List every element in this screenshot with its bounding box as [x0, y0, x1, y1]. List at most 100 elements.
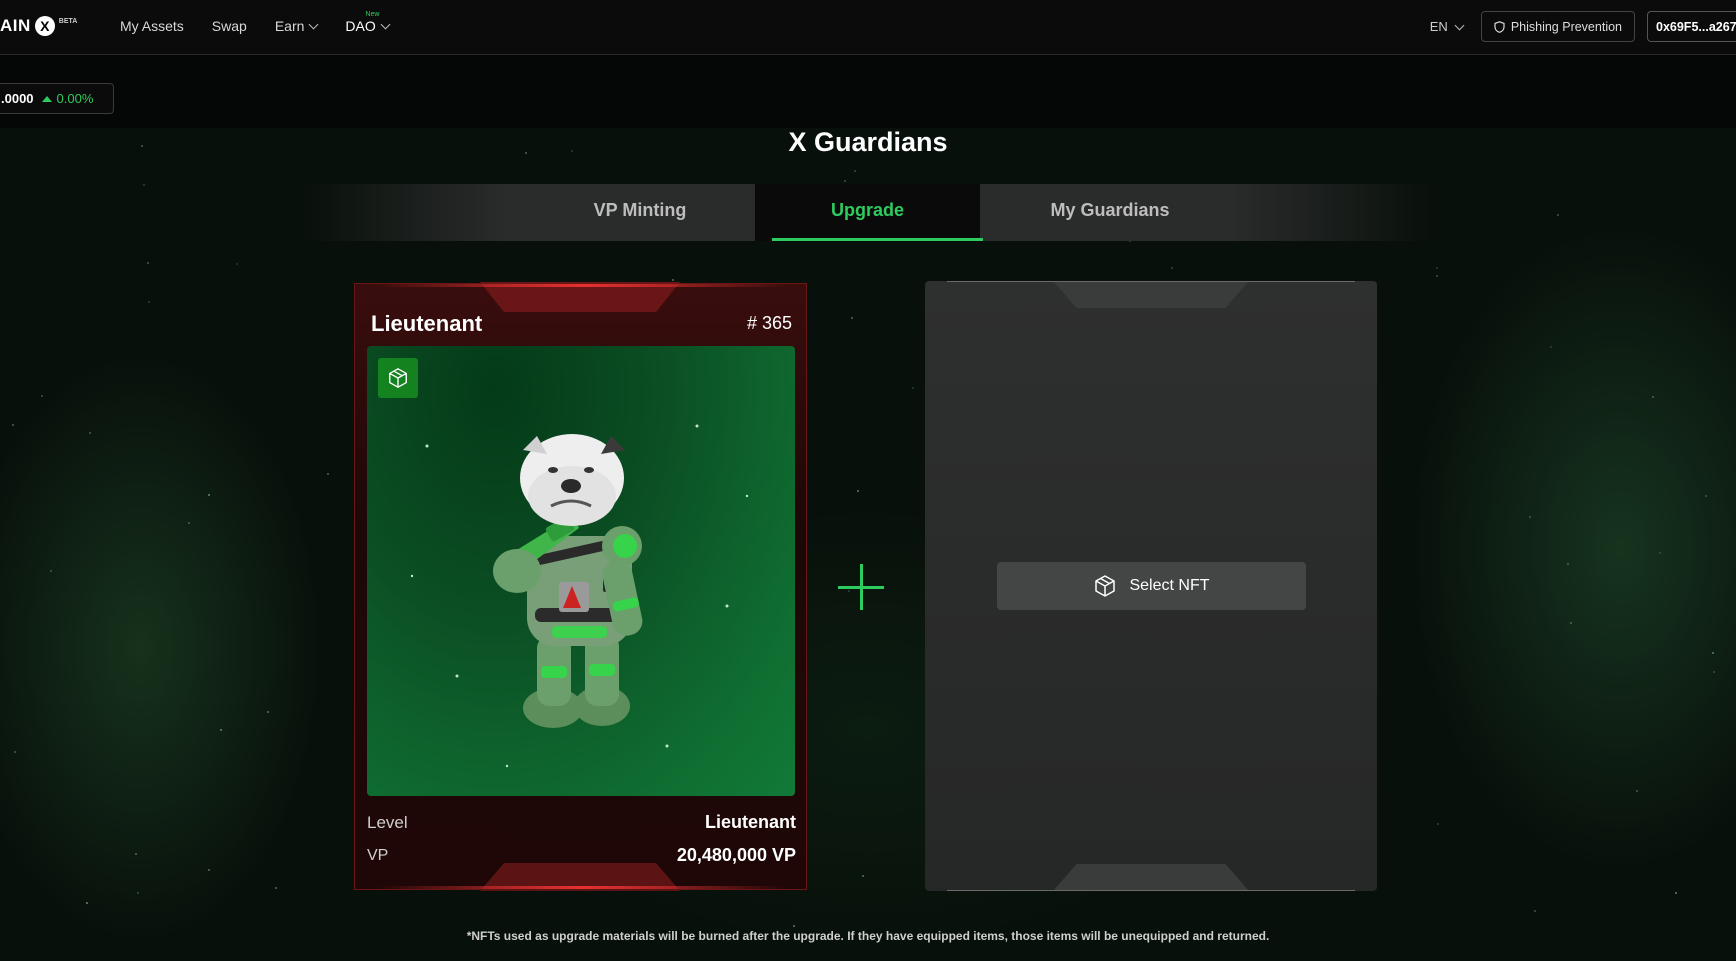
star [1652, 396, 1654, 398]
price-change: 0.00% [41, 91, 94, 106]
level-value: Lieutenant [704, 812, 796, 832]
star [220, 729, 222, 731]
wallet-address: 0x69F5...a267 [1656, 19, 1736, 34]
star [1567, 563, 1569, 565]
logo-x-mark: X [34, 16, 55, 36]
star [1712, 652, 1714, 654]
star [1659, 552, 1661, 554]
slot-top-line [947, 281, 1355, 282]
tab-upgrade[interactable]: Upgrade [755, 184, 983, 241]
nft-rank-name: Lieutenant [371, 311, 483, 336]
star [854, 170, 856, 172]
shield-icon [1494, 20, 1505, 33]
nft-level-row: Level Lieutenant [367, 812, 796, 833]
main-nav: My Assets Swap Earn New DAO [120, 11, 391, 34]
stars-layer [0, 128, 1736, 961]
tab-bar: VP Minting Upgrade My Guardians [300, 184, 1436, 241]
star [135, 853, 137, 855]
star [86, 902, 88, 904]
star [857, 490, 859, 492]
star [1436, 275, 1438, 277]
star [137, 892, 139, 894]
arrow-up-icon [41, 95, 52, 102]
star [89, 432, 91, 434]
star [1550, 346, 1552, 348]
star [143, 184, 145, 186]
star [1636, 790, 1638, 792]
page-title: X Guardians [788, 127, 948, 157]
top-navigation-bar: AIN X BETA My Assets Swap Earn New DAO E… [0, 0, 1736, 55]
chevron-down-icon [308, 19, 319, 30]
star [1557, 214, 1559, 216]
vp-label: VP [367, 846, 389, 864]
token-price-ticker[interactable]: .0000 0.00% [0, 83, 114, 114]
selected-nft-card[interactable]: Lieutenant # 365 Level Lieutenant VP 20,… [354, 282, 807, 891]
nav-label: DAO [345, 18, 376, 34]
app-logo[interactable]: AIN X BETA [0, 16, 77, 36]
star [793, 925, 795, 927]
star [147, 262, 149, 264]
card-bottom-glow [377, 886, 787, 889]
level-label: Level [367, 812, 408, 832]
star [188, 522, 190, 524]
nav-label: Swap [211, 18, 247, 34]
star [1436, 267, 1438, 269]
star [327, 473, 329, 475]
nav-swap[interactable]: Swap [212, 18, 247, 34]
nav-earn-dropdown[interactable]: Earn [275, 18, 319, 34]
tab-label: Upgrade [830, 200, 904, 220]
phishing-prevention-label: Phishing Prevention [1510, 19, 1622, 34]
slot-bottom-notch [1053, 864, 1249, 891]
star [208, 494, 210, 496]
star [148, 301, 150, 303]
logo-text: AIN [0, 16, 31, 35]
star [1713, 671, 1715, 673]
star [12, 424, 14, 426]
guardian-bulldog-illustration [410, 424, 749, 768]
space-background [0, 128, 1736, 961]
tab-label: My Guardians [1050, 200, 1170, 220]
phishing-prevention-button[interactable]: Phishing Prevention [1480, 11, 1635, 42]
language-selector[interactable]: EN [1429, 19, 1465, 34]
nav-my-assets[interactable]: My Assets [120, 18, 184, 34]
star [1529, 516, 1531, 518]
nft-token-id: # 365 [746, 313, 792, 333]
slot-top-notch [1053, 281, 1249, 308]
star [851, 317, 853, 319]
star [1570, 622, 1572, 624]
cube-icon [1095, 575, 1116, 597]
star [1437, 823, 1439, 825]
star [672, 279, 674, 281]
star [41, 395, 43, 397]
star [912, 387, 914, 389]
new-badge: New [365, 11, 380, 18]
tab-my-guardians[interactable]: My Guardians [990, 184, 1230, 241]
star [1705, 495, 1707, 497]
header-actions: EN Phishing Prevention 0x69F5...a267 [1430, 11, 1736, 42]
star [14, 751, 16, 753]
star [1675, 892, 1677, 894]
tab-vp-minting[interactable]: VP Minting [520, 184, 760, 241]
tab-label: VP Minting [593, 200, 687, 220]
select-nft-label: Select NFT [1129, 577, 1210, 594]
slot-bottom-line [947, 890, 1355, 891]
star [208, 869, 210, 871]
chevron-down-icon [1454, 20, 1465, 30]
material-nft-slot: Select NFT [925, 281, 1377, 891]
beta-badge: BETA [58, 17, 78, 25]
price-change-value: 0.00% [56, 91, 94, 106]
nav-label: My Assets [120, 18, 184, 34]
chevron-down-icon [380, 19, 391, 30]
wallet-address-button[interactable]: 0x69F5...a267 [1647, 11, 1736, 42]
nav-dao-dropdown[interactable]: New DAO [345, 11, 391, 34]
star [236, 263, 238, 265]
select-nft-button[interactable]: Select NFT [997, 562, 1306, 610]
vp-value: 20,480,000 VP [676, 845, 796, 865]
star [1171, 267, 1173, 269]
star [50, 570, 52, 572]
star [1534, 910, 1536, 912]
nft-vp-row: VP 20,480,000 VP [367, 845, 796, 866]
language-label: EN [1429, 19, 1448, 34]
token-price: .0000 [1, 91, 34, 106]
upgrade-footnote: *NFTs used as upgrade materials will be … [466, 929, 1270, 943]
